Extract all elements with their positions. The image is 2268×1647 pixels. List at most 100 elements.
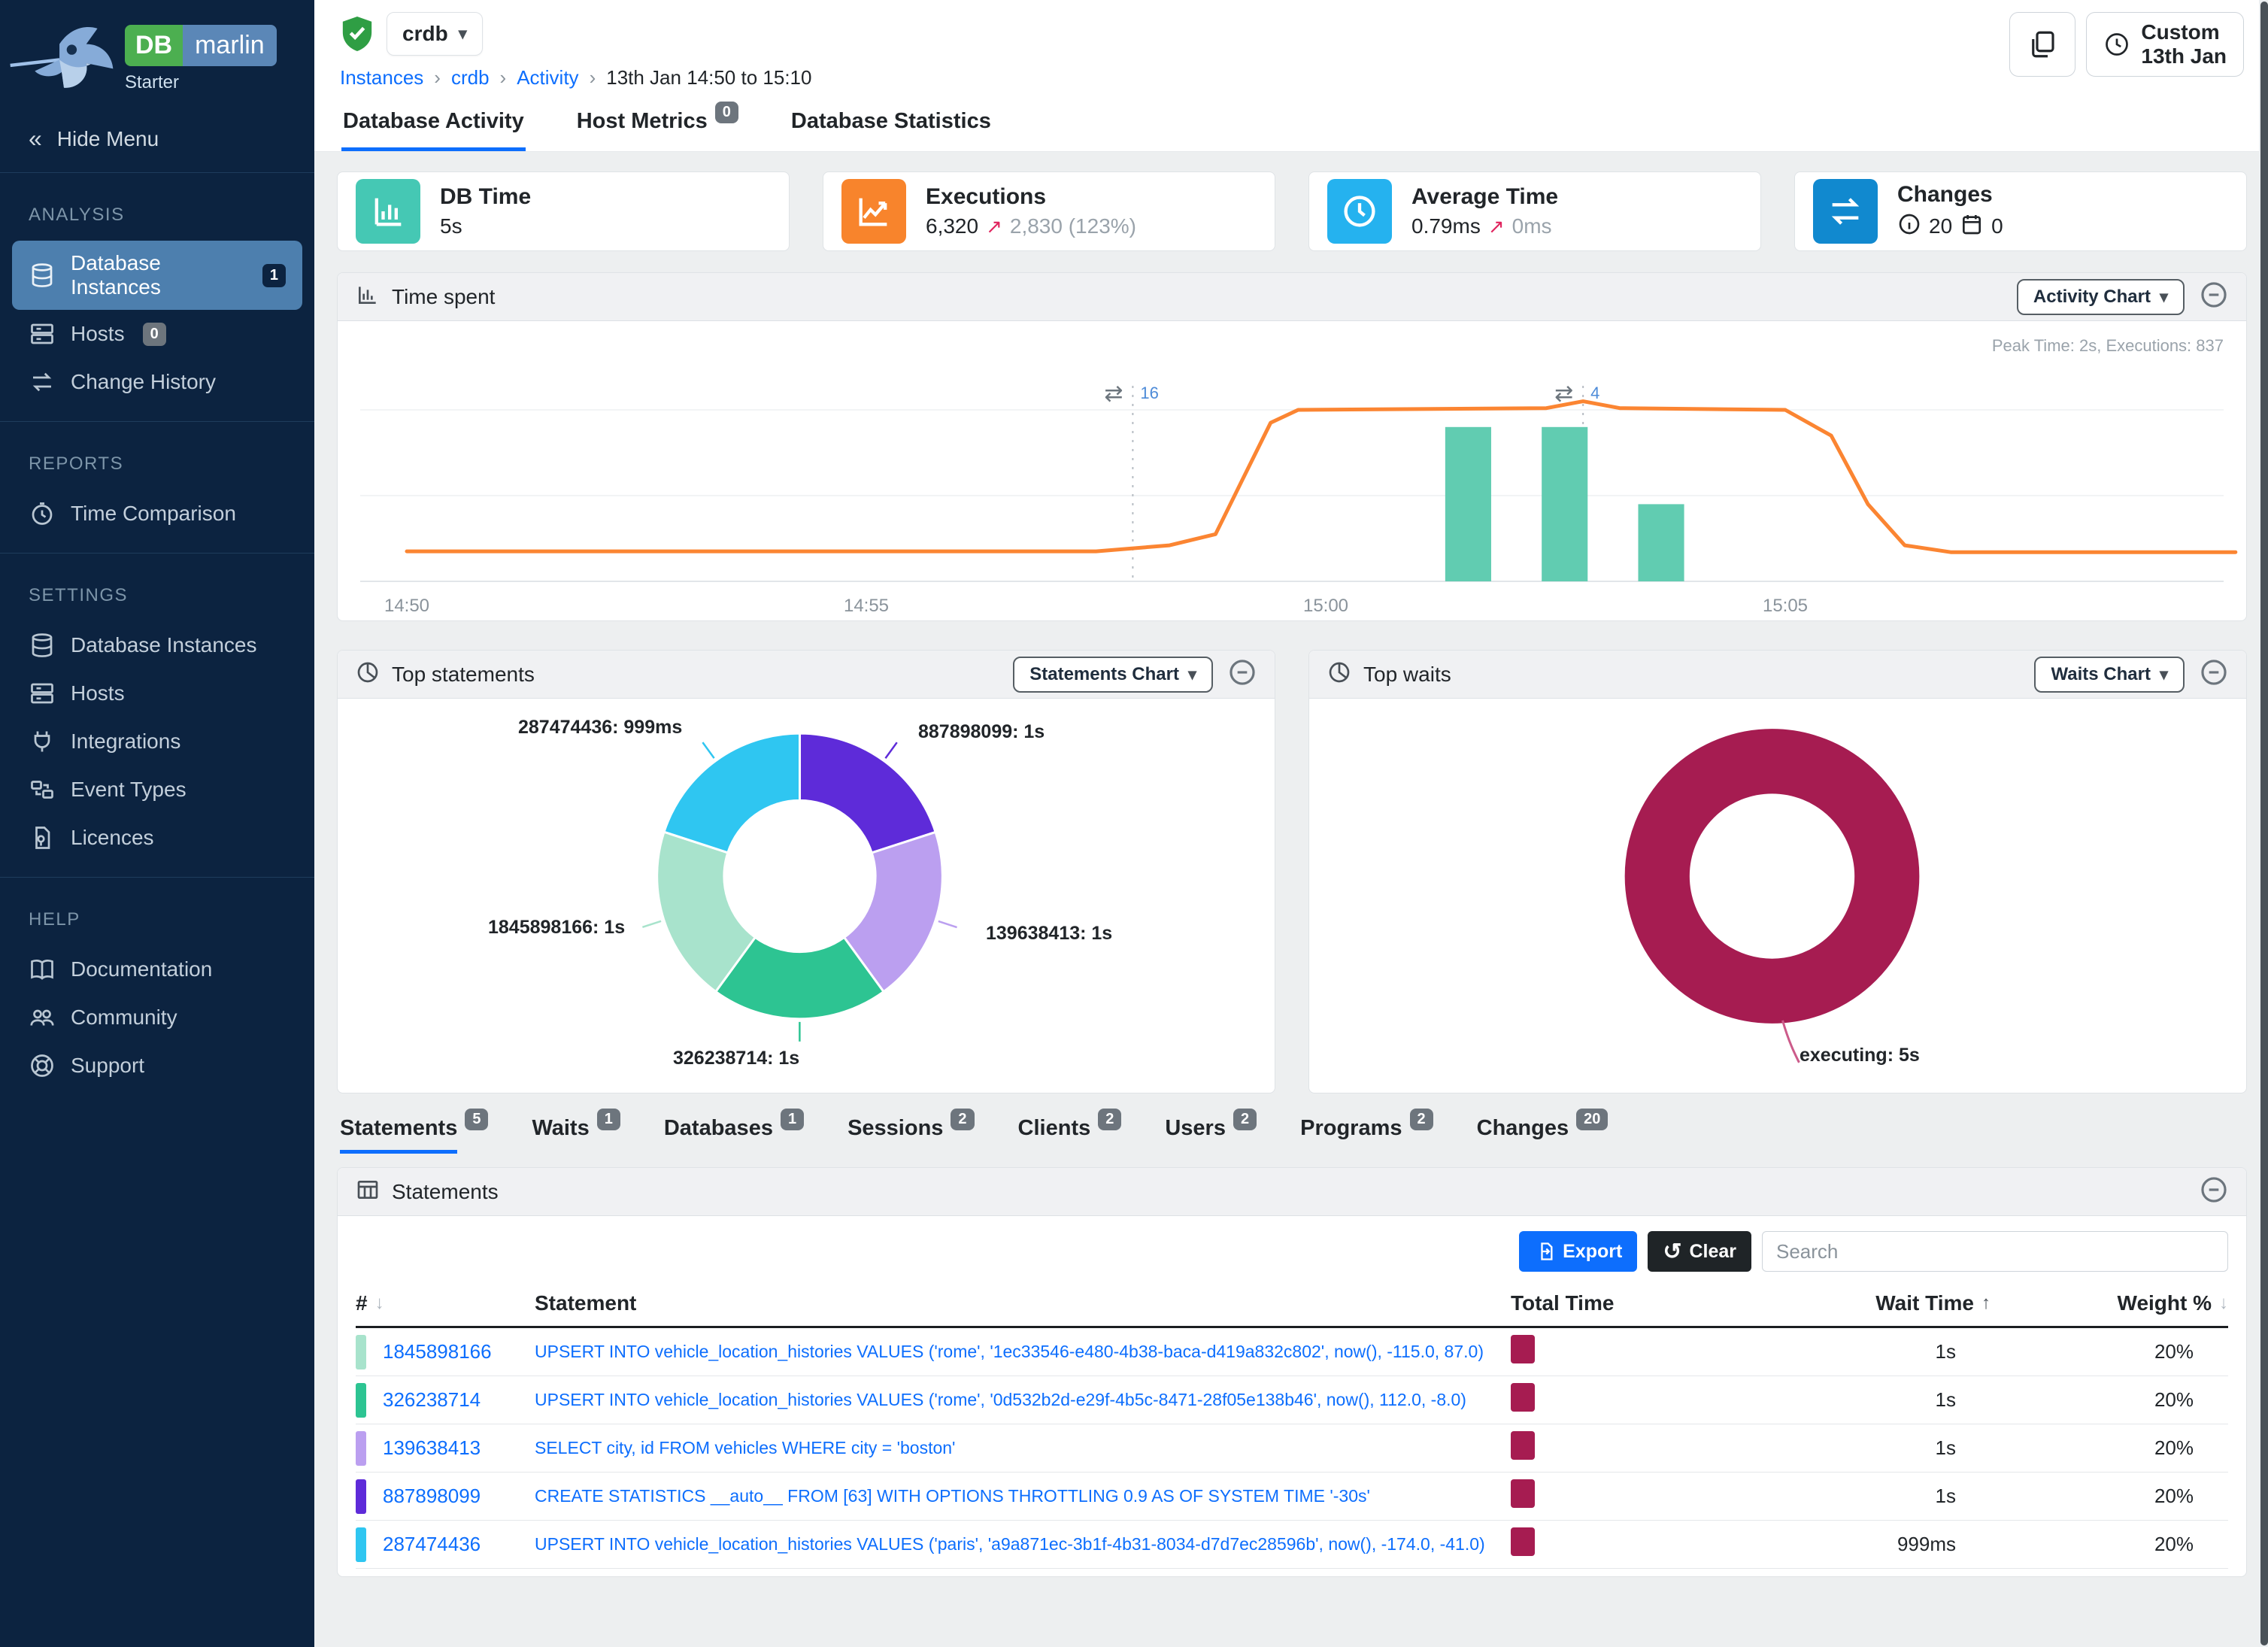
caret-down-icon: ▾: [1188, 665, 1196, 684]
detail-tabs: Statements5 Waits1 Databases1 Sessions2 …: [337, 1116, 2247, 1154]
wait-time-value: 999ms: [1684, 1533, 1991, 1556]
sidebar-item-time-comparison[interactable]: Time Comparison: [0, 490, 314, 538]
time-spent-chart[interactable]: ⇄16⇄414:5014:5515:0015:05Peak Time: 2s, …: [338, 321, 2246, 620]
chart-icon: [356, 283, 380, 311]
statement-id-link[interactable]: 139638413: [383, 1436, 481, 1460]
tab-statements[interactable]: Statements5: [340, 1116, 488, 1154]
column-header-weight[interactable]: Weight %↓: [1991, 1291, 2228, 1315]
sidebar-item-event-types[interactable]: Event Types: [0, 766, 314, 814]
sidebar-item-database-instances[interactable]: Database Instances 1: [12, 241, 302, 310]
statement-id-link[interactable]: 287474436: [383, 1533, 481, 1556]
sidebar-item-label: Community: [71, 1005, 177, 1030]
statement-id-link[interactable]: 887898099: [383, 1485, 481, 1508]
column-header-statement[interactable]: Statement: [535, 1291, 1511, 1315]
sidebar-item-change-history[interactable]: Change History: [0, 358, 314, 406]
sidebar: DBmarlin Starter « Hide Menu ANALYSIS Da…: [0, 0, 314, 1647]
scrollbar[interactable]: [2259, 0, 2268, 1647]
total-time-bar: [1511, 1335, 1535, 1363]
tab-label: Sessions: [847, 1116, 943, 1154]
caret-down-icon: ▾: [2160, 287, 2168, 307]
sidebar-item-licences[interactable]: Licences: [0, 814, 314, 862]
column-header-total-time[interactable]: Total Time: [1511, 1291, 1684, 1315]
breadcrumb-link-crdb[interactable]: crdb: [451, 66, 490, 89]
tab-database-activity[interactable]: Database Activity: [341, 102, 526, 151]
total-time-bar: [1511, 1431, 1535, 1460]
tab-waits[interactable]: Waits1: [532, 1116, 620, 1154]
statement-link[interactable]: UPSERT INTO vehicle_location_histories V…: [535, 1534, 1511, 1554]
clear-button[interactable]: ↺ Clear: [1648, 1231, 1751, 1272]
sidebar-item-settings-hosts[interactable]: Hosts: [0, 669, 314, 717]
breadcrumb-link-instances[interactable]: Instances: [340, 66, 423, 89]
wait-time-value: 1s: [1684, 1340, 1991, 1363]
statement-id-link[interactable]: 1845898166: [383, 1340, 492, 1363]
activity-chart-dropdown[interactable]: Activity Chart ▾: [2017, 279, 2185, 315]
bar-chart-icon: [356, 179, 420, 244]
tab-label: Waits: [532, 1116, 589, 1154]
tab-changes[interactable]: Changes20: [1477, 1116, 1609, 1154]
app: DBmarlin Starter « Hide Menu ANALYSIS Da…: [0, 0, 2268, 1647]
sidebar-item-community[interactable]: Community: [0, 993, 314, 1042]
sidebar-item-label: Event Types: [71, 778, 186, 802]
tab-host-metrics[interactable]: Host Metrics 0: [575, 102, 740, 151]
column-header-num[interactable]: #↓: [356, 1291, 535, 1315]
collapse-panel-icon[interactable]: [2200, 1175, 2228, 1208]
tab-databases[interactable]: Databases1: [664, 1116, 804, 1154]
statement-link[interactable]: UPSERT INTO vehicle_location_histories V…: [535, 1342, 1511, 1362]
tab-sessions[interactable]: Sessions2: [847, 1116, 974, 1154]
waits-chart-dropdown[interactable]: Waits Chart ▾: [2034, 657, 2185, 693]
breadcrumb-link-activity[interactable]: Activity: [517, 66, 578, 89]
wait-time-value: 1s: [1684, 1388, 1991, 1412]
tab-programs[interactable]: Programs2: [1300, 1116, 1433, 1154]
search-input[interactable]: [1762, 1231, 2228, 1272]
kpi-average-time: Average Time 0.79ms ↗ 0ms: [1308, 171, 1761, 251]
waits-donut-chart[interactable]: executing: 5s: [1309, 699, 2246, 1093]
tab-clients[interactable]: Clients2: [1018, 1116, 1122, 1154]
tab-users[interactable]: Users2: [1165, 1116, 1257, 1154]
server-icon: [29, 320, 56, 347]
pie-chart-icon: [356, 660, 380, 688]
sidebar-item-settings-database-instances[interactable]: Database Instances: [0, 621, 314, 669]
licence-document-icon: [29, 824, 56, 851]
svg-text:15:00: 15:00: [1303, 596, 1348, 616]
column-header-wait-time[interactable]: Wait Time↑: [1684, 1291, 1991, 1315]
instance-selector[interactable]: crdb ▾: [387, 12, 483, 56]
count-badge: 1: [781, 1109, 804, 1130]
sidebar-item-support[interactable]: Support: [0, 1042, 314, 1090]
copy-page-button[interactable]: [2009, 12, 2075, 77]
breadcrumb-separator: ›: [590, 66, 596, 89]
time-range-button[interactable]: Custom 13th Jan: [2086, 12, 2244, 77]
statement-link[interactable]: SELECT city, id FROM vehicles WHERE city…: [535, 1438, 1511, 1458]
table-row: 887898099 CREATE STATISTICS __auto__ FRO…: [356, 1473, 2228, 1521]
collapse-panel-icon[interactable]: [1228, 658, 1257, 690]
statement-id-link[interactable]: 326238714: [383, 1388, 481, 1412]
sidebar-item-label: Licences: [71, 826, 154, 850]
count-badge: 5: [465, 1109, 488, 1130]
export-button[interactable]: Export: [1519, 1231, 1637, 1272]
sidebar-item-hosts[interactable]: Hosts 0: [0, 310, 314, 358]
brand: DBmarlin Starter: [0, 0, 314, 105]
kpi-title: Changes: [1897, 182, 2003, 208]
sidebar-item-label: Database Instances: [71, 633, 257, 657]
collapse-panel-icon[interactable]: [2200, 281, 2228, 313]
tab-label: Changes: [1477, 1116, 1569, 1154]
collapse-panel-icon[interactable]: [2200, 658, 2228, 690]
donut-label: 887898099: 1s: [918, 721, 1045, 743]
sidebar-item-integrations[interactable]: Integrations: [0, 717, 314, 766]
weight-value: 20%: [1991, 1533, 2228, 1556]
dropdown-label: Statements Chart: [1029, 664, 1179, 685]
scrollbar-thumb[interactable]: [2260, 2, 2268, 1645]
statements-chart-dropdown[interactable]: Statements Chart ▾: [1013, 657, 1213, 693]
hide-menu-button[interactable]: « Hide Menu: [0, 105, 314, 173]
brand-db: DB: [125, 25, 183, 66]
panel-title: Top statements: [392, 663, 535, 687]
statements-donut-chart[interactable]: 287474436: 999ms 887898099: 1s 184589816…: [338, 699, 1275, 1093]
donut-label: 287474436: 999ms: [518, 717, 673, 739]
tab-database-statistics[interactable]: Database Statistics: [790, 102, 993, 151]
section-title: REPORTS: [0, 432, 314, 490]
breadcrumb-separator: ›: [500, 66, 507, 89]
sidebar-item-documentation[interactable]: Documentation: [0, 945, 314, 993]
instance-name: crdb: [402, 22, 448, 46]
statement-link[interactable]: CREATE STATISTICS __auto__ FROM [63] WIT…: [535, 1486, 1511, 1506]
statement-color-chip: [356, 1431, 366, 1466]
statement-link[interactable]: UPSERT INTO vehicle_location_histories V…: [535, 1390, 1511, 1410]
